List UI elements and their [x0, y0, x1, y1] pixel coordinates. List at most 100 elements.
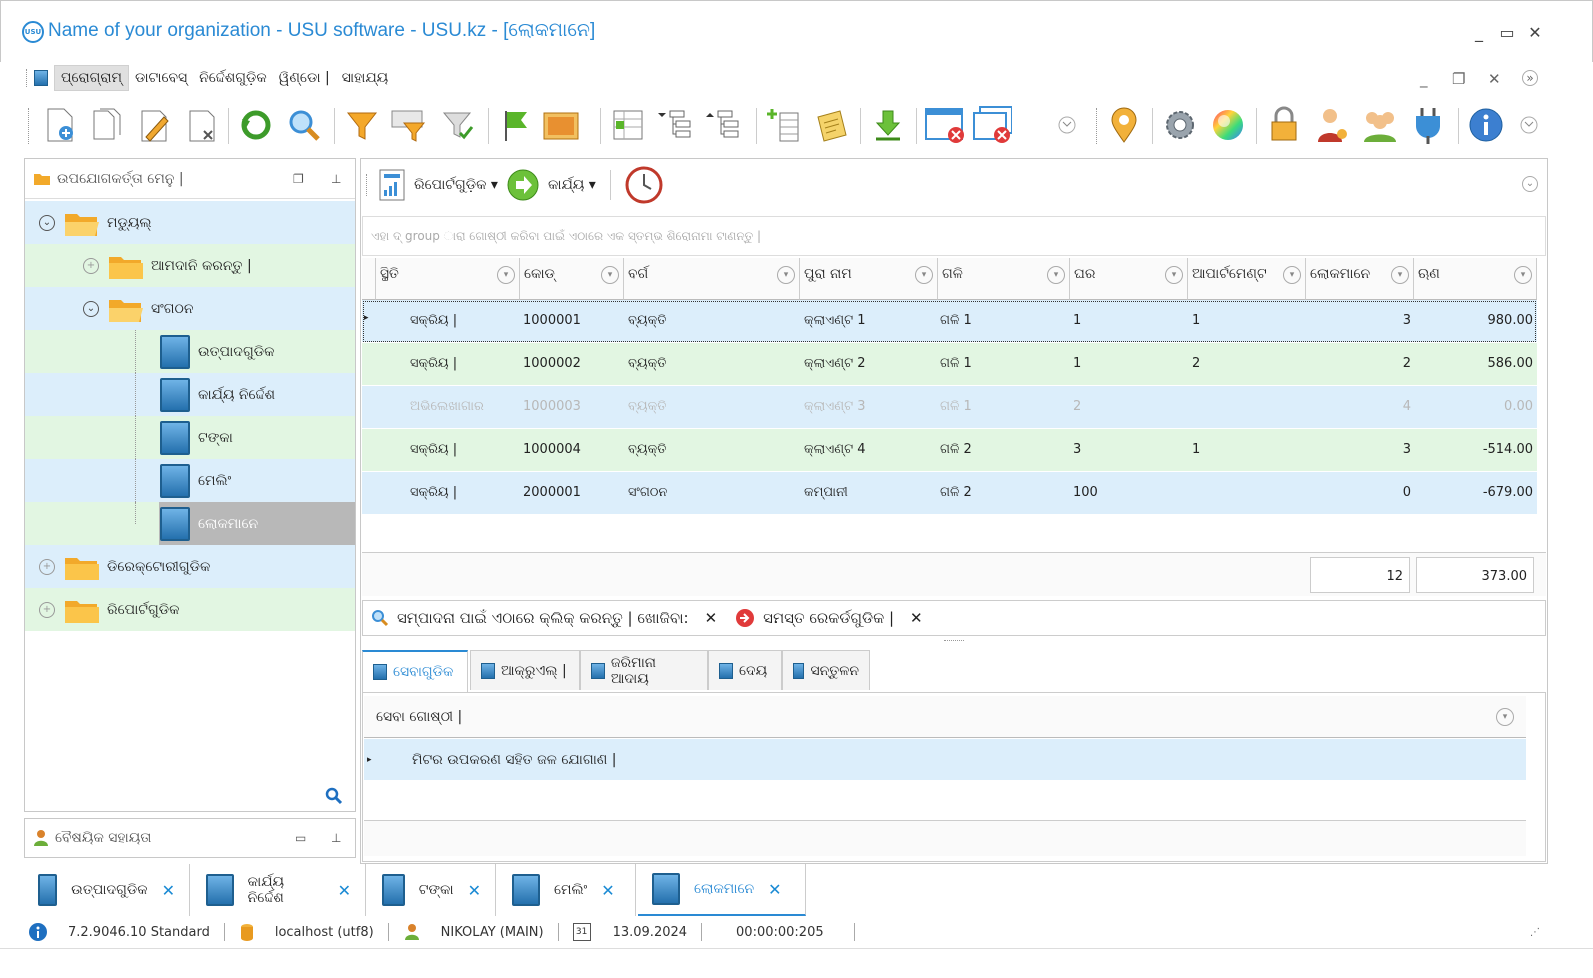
- reports-dropdown[interactable]: ରିପୋର୍ଟଗୁଡ଼ିକ ▾: [414, 177, 498, 193]
- close-tab-icon[interactable]: ✕: [162, 881, 175, 900]
- tree-collapse-icon[interactable]: [656, 104, 696, 146]
- close-tab-icon[interactable]: ✕: [468, 881, 481, 900]
- table-row[interactable]: ସକ୍ରିୟ | 2000001 ସଂଗଠନ କମ୍ପାନୀ ଗଳି 2 100…: [362, 472, 1537, 515]
- tab-balance[interactable]: ସନ୍ତୁଳନ: [782, 650, 870, 690]
- menu-window[interactable]: ୱିଣ୍ଡୋ |: [273, 66, 336, 90]
- pin-panel-icon[interactable]: ⊥: [331, 172, 341, 186]
- plugin-icon[interactable]: [1408, 104, 1448, 146]
- menu-database[interactable]: ଡାଟାବେସ୍: [129, 66, 193, 90]
- filter-icon[interactable]: [342, 104, 382, 146]
- filter-icon[interactable]: ▾: [1496, 707, 1514, 726]
- delete-record-icon[interactable]: [182, 104, 222, 146]
- color-wheel-icon[interactable]: [1208, 104, 1248, 146]
- float-panel-icon[interactable]: ❐: [293, 172, 304, 186]
- close-all-windows-icon[interactable]: [972, 104, 1012, 146]
- window-tab-mailing[interactable]: ମେଲିଂ ✕: [498, 864, 636, 916]
- expand-icon[interactable]: +: [83, 257, 99, 274]
- column-apartment[interactable]: ଆପାର୍ଟମେଣ୍ଟ ▾: [1188, 258, 1306, 300]
- toolbar-overflow-right-icon[interactable]: [1514, 104, 1544, 146]
- expand-icon[interactable]: +: [39, 558, 55, 575]
- menu-program[interactable]: ପ୍ରୋଗ୍ରାମ୍: [54, 65, 129, 91]
- filter-icon[interactable]: ▾: [601, 266, 619, 284]
- window-tab-products[interactable]: ଉତ୍ପାଦଗୁଡିକ ✕: [24, 864, 190, 916]
- menu-overflow-icon[interactable]: »: [1522, 70, 1538, 86]
- close-tab-icon[interactable]: ✕: [338, 881, 351, 900]
- tree-expand-icon[interactable]: [704, 104, 744, 146]
- collapse-icon[interactable]: ⌄: [83, 300, 99, 317]
- location-pin-icon[interactable]: [1104, 104, 1144, 146]
- tree-item-modules[interactable]: ⌄ ମଡ୍ୟୁଲ୍: [25, 201, 355, 244]
- minimize-button[interactable]: _: [1468, 22, 1490, 44]
- close-tab-icon[interactable]: ✕: [768, 880, 781, 899]
- add-column-icon[interactable]: [764, 104, 804, 146]
- edit-record-icon[interactable]: [134, 104, 174, 146]
- group-by-area[interactable]: ଏହା ଦ୍ group ାରା ଗୋଷ୍ଠୀ କରିବା ପାଇଁ ଏଠାରେ…: [362, 216, 1546, 256]
- window-tab-work-orders[interactable]: କାର୍ଯ୍ୟ ନିର୍ଦ୍ଦେଶ ✕: [192, 864, 366, 916]
- column-people[interactable]: ଲୋକମାନେ ▾: [1306, 258, 1414, 300]
- column-service-group[interactable]: ସେବା ଗୋଷ୍ଠୀ | ▾: [364, 696, 1526, 738]
- close-window-icon[interactable]: [924, 104, 964, 146]
- clear-find-icon[interactable]: ✕: [705, 609, 718, 627]
- tab-accruals[interactable]: ଆକ୍ରୁଏଲ୍ |: [470, 650, 580, 690]
- maximize-button[interactable]: ▭: [1496, 22, 1518, 44]
- tree-item-products[interactable]: ଉତ୍ପାଦଗୁଡିକ: [25, 330, 355, 373]
- column-category[interactable]: ବର୍ଗ ▾: [624, 258, 800, 300]
- clock-icon[interactable]: [625, 166, 663, 204]
- expand-group-icon[interactable]: [608, 104, 648, 146]
- filter-icon[interactable]: ▾: [777, 266, 795, 284]
- column-debt[interactable]: ଋଣ ▾: [1414, 258, 1537, 300]
- expand-icon[interactable]: +: [39, 601, 55, 618]
- clear-filter-icon[interactable]: ✕: [910, 609, 923, 627]
- actions-dropdown[interactable]: କାର୍ଯ୍ୟ ▾: [548, 177, 596, 193]
- tree-item-directories[interactable]: + ଡିରେକ୍ଟୋରୀଗୁଡିକ: [25, 545, 355, 588]
- filter-icon[interactable]: ▾: [915, 266, 933, 284]
- add-record-icon[interactable]: [40, 104, 80, 146]
- column-code[interactable]: କୋଡ୍ ▾: [520, 258, 624, 300]
- image-dropdown-icon[interactable]: [542, 104, 582, 146]
- search-icon[interactable]: [284, 104, 324, 146]
- flag-icon[interactable]: [496, 104, 536, 146]
- resize-grip-icon[interactable]: ⋰: [1530, 927, 1540, 938]
- filter-icon[interactable]: ▾: [1283, 266, 1301, 284]
- table-row[interactable]: ▸ ମିଟର ଉପକରଣ ସହିତ ଜଳ ଯୋଗାଣ |: [364, 739, 1526, 780]
- tree-item-people[interactable]: ଲୋକମାନେ: [25, 502, 355, 545]
- user-key-icon[interactable]: [1312, 104, 1352, 146]
- tab-services[interactable]: ସେବାଗୁଡିକ: [362, 650, 468, 692]
- filter-icon[interactable]: ▾: [1047, 266, 1065, 284]
- menu-directories[interactable]: ନିର୍ଦ୍ଦେଶଗୁଡ଼ିକ: [193, 66, 273, 90]
- window-tab-people[interactable]: ଲୋକମାନେ ✕: [638, 864, 806, 916]
- table-row[interactable]: ସକ୍ରିୟ | 1000002 ବ୍ୟକ୍ତି କ୍ଲାଏଣ୍ଟ 2 ଗଳି …: [362, 343, 1537, 386]
- column-street[interactable]: ଗଳି ▾: [938, 258, 1070, 300]
- tree-item-work-orders[interactable]: କାର୍ଯ୍ୟ ନିର୍ଦ୍ଦେଶ: [25, 373, 355, 416]
- table-row[interactable]: ଅଭିଲେଖାଗାର 1000003 ବ୍ୟକ୍ତି କ୍ଲାଏଣ୍ଟ 3 ଗଳ…: [362, 386, 1537, 429]
- search-icon[interactable]: [325, 787, 343, 805]
- mdi-close-button[interactable]: ✕: [1488, 70, 1501, 88]
- column-house[interactable]: ଘର ▾: [1070, 258, 1188, 300]
- maximize-panel-icon[interactable]: ▭: [295, 831, 306, 845]
- collapse-icon[interactable]: ⌄: [39, 214, 55, 231]
- filter-settings-icon[interactable]: [390, 104, 430, 146]
- close-tab-icon[interactable]: ✕: [601, 881, 614, 900]
- tree-item-import[interactable]: + ଆମଦାନି କରନ୍ତୁ |: [25, 244, 355, 287]
- users-group-icon[interactable]: [1360, 104, 1400, 146]
- menu-help[interactable]: ସାହାଯ୍ୟ: [336, 66, 395, 90]
- tree-item-money[interactable]: ଟଙ୍କା: [25, 416, 355, 459]
- refresh-icon[interactable]: [236, 104, 276, 146]
- filter-icon[interactable]: ▾: [1391, 266, 1409, 284]
- tree-item-organization[interactable]: ⌄ ସଂଗଠନ: [25, 287, 355, 330]
- column-full-name[interactable]: ପୁରା ନାମ ▾: [800, 258, 938, 300]
- copy-record-icon[interactable]: [86, 104, 126, 146]
- settings-gear-icon[interactable]: [1160, 104, 1200, 146]
- filter-icon[interactable]: ▾: [497, 266, 515, 284]
- table-row[interactable]: ସକ୍ରିୟ | 1000004 ବ୍ୟକ୍ତି କ୍ଲାଏଣ୍ଟ 4 ଗଳି …: [362, 429, 1537, 472]
- column-status[interactable]: ସ୍ଥିତି ▾: [376, 258, 520, 300]
- filter-icon[interactable]: ▾: [1514, 266, 1532, 284]
- tree-item-reports[interactable]: + ରିପୋର୍ଟଗୁଡିକ: [25, 588, 355, 631]
- table-row[interactable]: ▸ ସକ୍ରିୟ | 1000001 ବ୍ୟକ୍ତି କ୍ଲାଏଣ୍ଟ 1 ଗଳ…: [362, 300, 1537, 343]
- info-icon[interactable]: [1466, 104, 1506, 146]
- window-tab-money[interactable]: ଟଙ୍କା ✕: [368, 864, 496, 916]
- lock-icon[interactable]: [1264, 104, 1304, 146]
- report-toolbar-overflow-icon[interactable]: ⌄: [1522, 176, 1538, 192]
- clear-filter-icon[interactable]: [438, 104, 478, 146]
- pin-panel-icon[interactable]: ⊥: [331, 831, 341, 845]
